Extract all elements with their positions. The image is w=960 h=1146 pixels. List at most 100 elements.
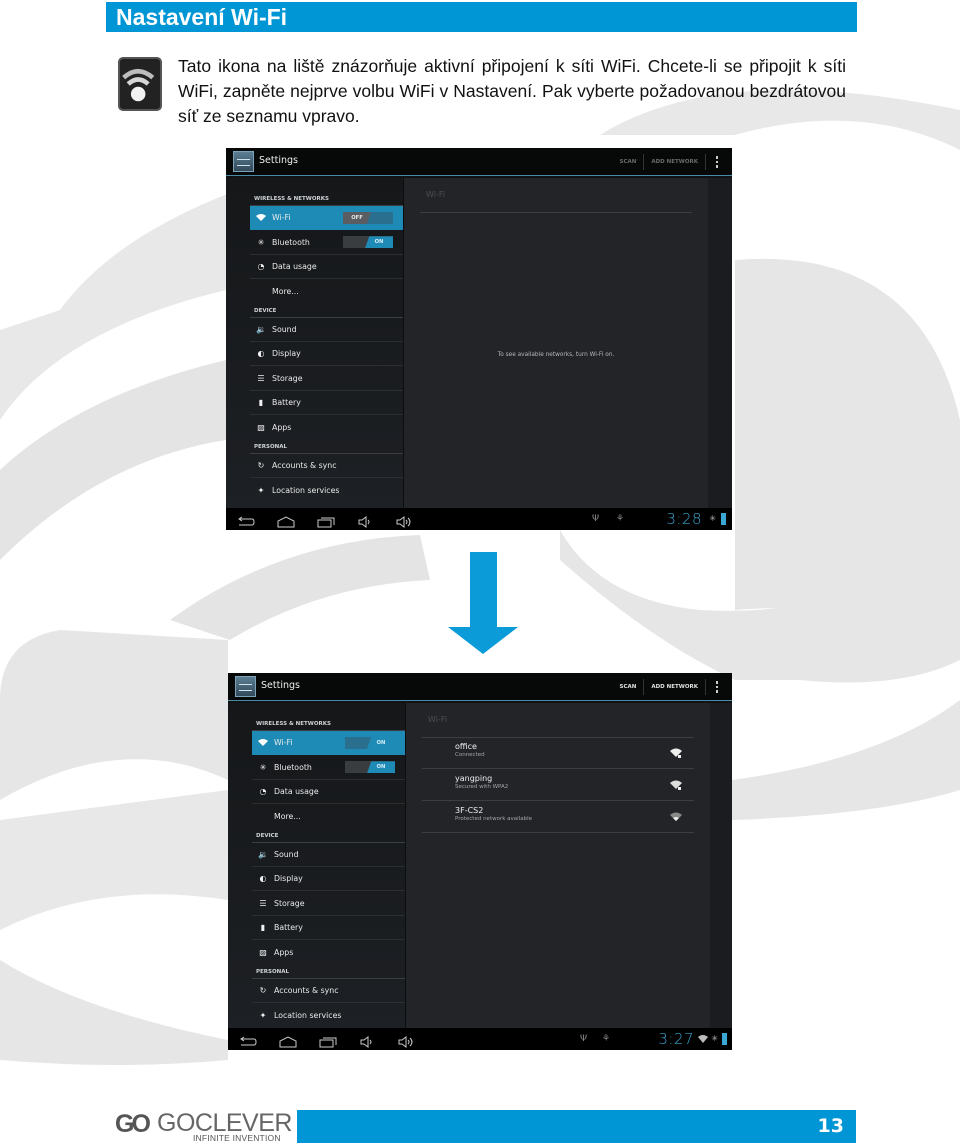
menu-item-label: Wi-Fi (274, 738, 293, 748)
wifi-status-icon (118, 57, 162, 111)
back-icon[interactable] (236, 513, 256, 526)
wifi-toggle[interactable]: ON (345, 737, 395, 749)
intro-text: Tato ikona na liště znázorňuje aktivní p… (178, 56, 846, 126)
wifi-detail-pane: Wi-Fi office Connected yangping Secured … (405, 703, 710, 1028)
menu-item-bluetooth[interactable]: ✳ Bluetooth ON (252, 755, 405, 780)
android-settings-screenshot-wifi-off: Settings SCAN ADD NETWORK WIRELESS & NET… (226, 148, 732, 530)
network-status: Secured with WPA2 (455, 784, 509, 790)
battery-status-icon (722, 1033, 727, 1045)
menu-item-data-usage[interactable]: ◔ Data usage (250, 255, 403, 280)
menu-item-location[interactable]: ✦ Location services (250, 478, 403, 502)
recent-apps-icon[interactable] (318, 1033, 338, 1048)
volume-down-icon[interactable] (358, 1033, 378, 1048)
wifi-signal-locked-icon (670, 748, 682, 758)
logo-mark: GO (115, 1110, 151, 1138)
network-item[interactable]: yangping Secured with WPA2 (422, 769, 694, 801)
action-bar: Settings SCAN ADD NETWORK (228, 673, 732, 701)
status-clock: 3:27 (658, 1030, 694, 1048)
wifi-signal-icon (670, 812, 682, 821)
add-network-button[interactable]: ADD NETWORK (644, 679, 706, 695)
menu-item-label: Apps (274, 947, 294, 957)
scan-button[interactable]: SCAN (612, 154, 645, 170)
page-number: 13 (817, 1115, 844, 1137)
menu-item-label: Data usage (272, 261, 317, 271)
goclever-logo: GO GOCLEVER INFINITE INVENTION (115, 1108, 292, 1144)
settings-app-icon[interactable] (233, 151, 254, 172)
menu-item-more[interactable]: More... (250, 279, 403, 303)
menu-item-label: Display (272, 349, 301, 359)
pane-edge (710, 703, 732, 1028)
menu-item-more[interactable]: More... (252, 804, 405, 828)
overflow-menu-icon[interactable] (710, 154, 724, 170)
menu-item-wifi[interactable]: Wi-Fi ON (252, 731, 405, 756)
network-item[interactable]: 3F-CS2 Protected network available (422, 801, 694, 833)
bluetooth-icon: ✳ (259, 762, 267, 772)
android-settings-screenshot-wifi-on: Settings SCAN ADD NETWORK WIRELESS & NET… (228, 673, 732, 1050)
menu-item-label: Accounts & sync (274, 985, 339, 995)
home-icon[interactable] (278, 1033, 298, 1048)
sound-icon: 🔉 (256, 324, 266, 334)
sync-icon: ↻ (257, 460, 265, 470)
menu-item-label: Apps (272, 422, 292, 432)
status-clock: 3:28 (666, 510, 702, 528)
menu-item-label: Location services (274, 1010, 342, 1020)
recent-apps-icon[interactable] (316, 513, 336, 528)
storage-icon: ☰ (257, 373, 265, 383)
toggle-state: ON (365, 236, 393, 249)
section-header-wireless: WIRELESS & NETWORKS (250, 192, 403, 206)
network-name: 3F-CS2 (455, 806, 484, 815)
menu-item-bluetooth[interactable]: ✳ Bluetooth ON (250, 230, 403, 255)
volume-down-icon[interactable] (356, 513, 376, 528)
android-debug-icon: ⚘ (616, 514, 625, 524)
menu-item-apps[interactable]: ▨ Apps (250, 415, 403, 439)
menu-item-storage[interactable]: ☰ Storage (250, 366, 403, 391)
overflow-menu-icon[interactable] (710, 679, 724, 695)
menu-item-display[interactable]: ◐ Display (250, 342, 403, 367)
menu-item-label: Bluetooth (274, 762, 312, 772)
action-bar-title: Settings (261, 680, 300, 691)
menu-item-wifi[interactable]: Wi-Fi OFF (250, 206, 403, 231)
bluetooth-icon: ✳ (257, 237, 265, 247)
menu-item-label: Location services (272, 485, 340, 495)
volume-up-icon[interactable] (394, 513, 414, 528)
empty-message: To see available networks, turn Wi-Fi on… (497, 352, 615, 358)
section-header-device: DEVICE (250, 304, 403, 318)
sync-icon: ↻ (259, 985, 267, 995)
menu-item-sound[interactable]: 🔉 Sound (252, 843, 405, 867)
menu-item-storage[interactable]: ☰ Storage (252, 891, 405, 916)
wifi-detail-pane: Wi-Fi To see available networks, turn Wi… (403, 178, 708, 508)
section-header-personal: PERSONAL (252, 965, 405, 979)
logo-tagline: INFINITE INVENTION (193, 1133, 281, 1143)
settings-app-icon[interactable] (235, 676, 256, 697)
volume-up-icon[interactable] (396, 1033, 416, 1048)
home-icon[interactable] (276, 513, 296, 528)
bluetooth-toggle[interactable]: ON (345, 761, 395, 774)
section-header-wireless: WIRELESS & NETWORKS (252, 717, 405, 731)
scan-button[interactable]: SCAN (612, 679, 645, 695)
pane-edge (708, 178, 732, 508)
menu-item-display[interactable]: ◐ Display (252, 867, 405, 892)
menu-item-accounts-sync[interactable]: ↻ Accounts & sync (252, 979, 405, 1003)
menu-item-data-usage[interactable]: ◔ Data usage (252, 780, 405, 805)
back-icon[interactable] (238, 1033, 258, 1046)
menu-item-label: Wi-Fi (272, 213, 291, 223)
menu-item-label: Accounts & sync (272, 460, 337, 470)
menu-item-location[interactable]: ✦ Location services (252, 1003, 405, 1027)
menu-item-battery[interactable]: ▮ Battery (252, 916, 405, 941)
menu-item-label: More... (272, 286, 299, 296)
menu-item-accounts-sync[interactable]: ↻ Accounts & sync (250, 454, 403, 478)
data-usage-icon: ◔ (257, 261, 265, 271)
footer-bar: 13 (297, 1110, 856, 1143)
usb-icon: Ψ (580, 1034, 588, 1044)
menu-item-label: Data usage (274, 786, 319, 796)
menu-item-sound[interactable]: 🔉 Sound (250, 318, 403, 342)
network-item[interactable]: office Connected (422, 737, 694, 769)
bluetooth-status-icon: ✳ (709, 514, 716, 523)
bluetooth-toggle[interactable]: ON (343, 236, 393, 249)
wifi-toggle[interactable]: OFF (343, 212, 393, 224)
menu-item-battery[interactable]: ▮ Battery (250, 391, 403, 416)
android-debug-icon: ⚘ (602, 1034, 611, 1044)
menu-item-apps[interactable]: ▨ Apps (252, 940, 405, 964)
add-network-button[interactable]: ADD NETWORK (644, 154, 706, 170)
menu-item-label: Battery (272, 397, 301, 407)
